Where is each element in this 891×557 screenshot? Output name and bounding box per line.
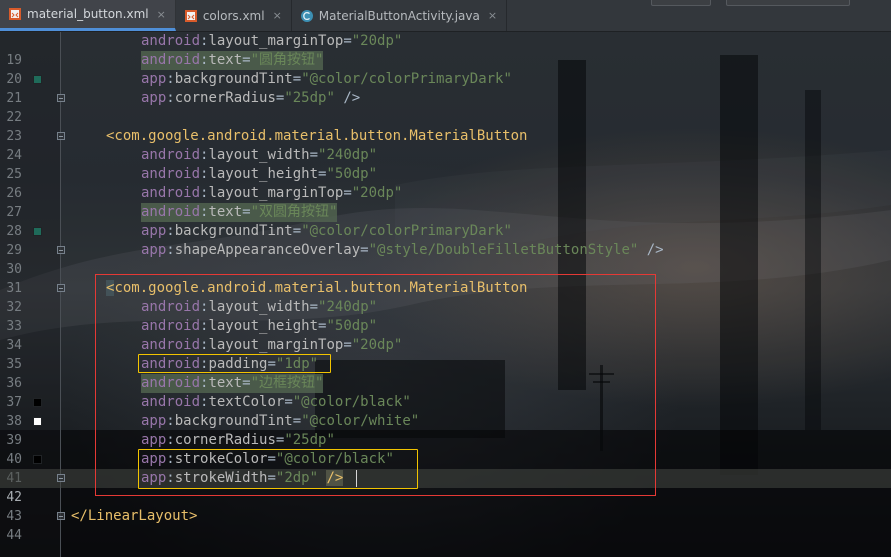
xml-file-icon [184, 9, 198, 23]
code-line-22[interactable]: 22 app:cornerRadius="25dp" /> [0, 89, 891, 125]
line-number: 44 [6, 528, 22, 543]
close-icon[interactable]: × [157, 8, 166, 21]
fold-marker-icon[interactable] [57, 474, 65, 482]
code-text: android:textColor="@color/black" [141, 394, 411, 410]
xml-file-icon [8, 7, 22, 21]
code-text: android:padding="1dp" [141, 356, 319, 372]
code-text: android:text="圆角按钮" [141, 51, 324, 70]
fold-marker-icon[interactable] [57, 284, 65, 292]
java-class-icon [300, 9, 314, 23]
color-swatch[interactable] [33, 227, 42, 236]
code-line-31[interactable]: 31 [0, 260, 891, 296]
code-line-25[interactable]: 25 android:layout_width="240dp" [0, 146, 891, 182]
code-line-36[interactable]: 36 android:padding="1dp" [0, 355, 891, 391]
text-cursor [356, 470, 357, 487]
tab-label: material_button.xml [27, 7, 149, 21]
code-line-32[interactable]: 32 <com.google.android.material.button.M… [0, 279, 891, 315]
toolbar-button[interactable] [651, 0, 711, 6]
fold-marker-icon[interactable] [57, 246, 65, 254]
code-text: app:cornerRadius="25dp" [141, 432, 335, 448]
fold-marker-icon[interactable] [57, 132, 65, 140]
code-line-33[interactable]: 33 android:layout_width="240dp" [0, 298, 891, 334]
fold-marker-icon[interactable] [57, 94, 65, 102]
code-text: app:backgroundTint="@color/colorPrimaryD… [141, 71, 512, 87]
code-text: android:layout_marginTop="20dp" [141, 185, 403, 201]
color-swatch[interactable] [33, 75, 42, 84]
code-line-29[interactable]: 29 app:backgroundTint="@color/colorPrima… [0, 222, 891, 258]
close-icon[interactable]: × [488, 9, 497, 22]
color-swatch[interactable] [33, 398, 42, 407]
code-line-30[interactable]: 30 app:shapeAppearanceOverlay="@style/Do… [0, 241, 891, 277]
code-text: android:text="双圆角按钮" [141, 203, 338, 222]
code-text: android:layout_width="240dp" [141, 147, 378, 163]
code-text: app:backgroundTint="@color/white" [141, 413, 420, 429]
code-line-27[interactable]: 27 android:layout_marginTop="20dp" [0, 184, 891, 220]
code-text: app:strokeColor="@color/black" [141, 451, 394, 467]
code-line-28[interactable]: 28 android:text="双圆角按钮" [0, 203, 891, 239]
code-line-37[interactable]: 37 android:text="边框按钮" [0, 374, 891, 410]
tab-label: MaterialButtonActivity.java [318, 8, 480, 23]
tab-controls [631, 0, 891, 7]
code-text: app:backgroundTint="@color/colorPrimaryD… [141, 223, 512, 239]
code-line-41[interactable]: 41 app:strokeColor="@color/black" [0, 450, 891, 486]
code-text: android:layout_height="50dp" [141, 318, 378, 334]
tab-material-button-xml[interactable]: material_button.xml × [0, 0, 176, 31]
tab-label: colors.xml [202, 8, 265, 23]
code-text: <com.google.android.material.button.Mate… [106, 128, 528, 144]
code-line-44[interactable]: 44 </LinearLayout> [0, 507, 891, 543]
close-icon[interactable]: × [273, 9, 282, 22]
code-text: android:layout_width="240dp" [141, 299, 378, 315]
code-editor[interactable]: 19 android:layout_marginTop="20dp" 20 an… [0, 32, 891, 557]
code-text: <com.google.android.material.button.Mate… [106, 280, 528, 296]
tab-material-button-activity-java[interactable]: MaterialButtonActivity.java × [292, 0, 508, 31]
code-line-43[interactable]: 43 [0, 488, 891, 524]
code-line-20[interactable]: 20 android:text="圆角按钮" [0, 51, 891, 87]
code-line-23[interactable]: 23 [0, 108, 891, 144]
code-line-24[interactable]: 24 <com.google.android.material.button.M… [0, 127, 891, 163]
code-text: android:layout_marginTop="20dp" [141, 33, 403, 49]
code-text: android:layout_height="50dp" [141, 166, 378, 182]
color-swatch[interactable] [33, 455, 42, 464]
code-text: app:shapeAppearanceOverlay="@style/Doubl… [141, 242, 664, 258]
code-text: app:strokeWidth="2dp" /> [141, 470, 344, 486]
editor-tab-bar: material_button.xml × colors.xml × Mater… [0, 0, 891, 32]
code-text: </LinearLayout> [71, 508, 198, 524]
code-line-40[interactable]: 40 app:cornerRadius="25dp" [0, 431, 891, 467]
code-line-39[interactable]: 39 app:backgroundTint="@color/white" [0, 412, 891, 448]
code-line-21[interactable]: 21 app:backgroundTint="@color/colorPrima… [0, 70, 891, 106]
code-line-34[interactable]: 34 android:layout_height="50dp" [0, 317, 891, 353]
fold-marker-icon[interactable] [57, 512, 65, 520]
code-line-42[interactable]: 42 app:strokeWidth="2dp" /> [0, 469, 891, 505]
code-line-35[interactable]: 35 android:layout_marginTop="20dp" [0, 336, 891, 372]
toolbar-button[interactable] [726, 0, 850, 6]
ide-editor-window: material_button.xml × colors.xml × Mater… [0, 0, 891, 557]
code-line-26[interactable]: 26 android:layout_height="50dp" [0, 165, 891, 201]
code-text: app:cornerRadius="25dp" /> [141, 90, 361, 106]
code-line-19[interactable]: 19 android:layout_marginTop="20dp" [0, 32, 891, 68]
code-line-38[interactable]: 38 android:textColor="@color/black" [0, 393, 891, 429]
color-swatch[interactable] [33, 417, 42, 426]
code-text: android:text="边框按钮" [141, 374, 324, 393]
tab-colors-xml[interactable]: colors.xml × [176, 0, 292, 31]
code-text: android:layout_marginTop="20dp" [141, 337, 403, 353]
